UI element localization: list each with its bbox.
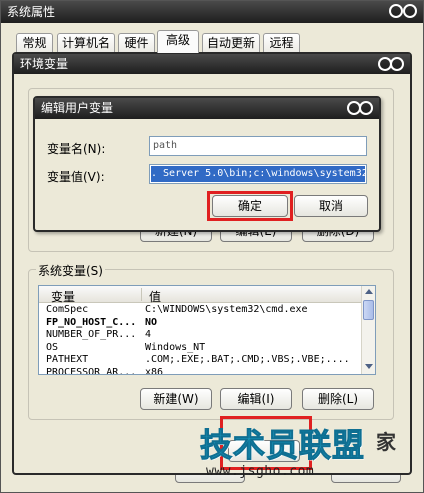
edit-user-variable-titlebar[interactable]: 编辑用户变量 <box>35 98 379 119</box>
tab-automatic-updates[interactable]: 自动更新 <box>202 33 260 52</box>
table-row[interactable]: PROCESSOR_AR... x86 <box>39 367 361 375</box>
variable-value-selection: . Server 5.0\bin;c:\windows\system32 <box>151 166 365 182</box>
list-header: 变量 值 <box>39 286 361 305</box>
system-delete-button[interactable]: 删除(L) <box>302 388 374 410</box>
scrollbar-thumb[interactable] <box>363 300 374 320</box>
table-row[interactable]: FP_NO_HOST_C... NO <box>39 317 361 330</box>
system-properties-title: 系统属性 <box>7 5 56 19</box>
list-body: ComSpec C:\WINDOWS\system32\cmd.exe FP_N… <box>39 304 361 375</box>
table-row[interactable]: NUMBER_OF_PR... 4 <box>39 329 361 342</box>
system-edit-button[interactable]: 编辑(I) <box>220 388 292 410</box>
column-header-value[interactable]: 值 <box>149 288 161 305</box>
watermark-brand: 技术员联盟 <box>199 426 366 465</box>
watermark-url: www.jsgho.com <box>206 464 315 479</box>
column-divider[interactable] <box>141 288 142 301</box>
table-row[interactable]: OS Windows_NT <box>39 342 361 355</box>
window-control-icon[interactable] <box>389 4 403 18</box>
ok-button[interactable]: 确定 <box>212 195 288 217</box>
table-row[interactable]: PATHEXT .COM;.EXE;.BAT;.CMD;.VBS;.VBE;..… <box>39 354 361 367</box>
environment-variables-title: 环境变量 <box>20 57 69 71</box>
variable-name-label: 变量名(N): <box>47 142 106 156</box>
watermark-logo: 技术员联盟 家 www.jsgho.com <box>199 420 420 490</box>
watermark-brand-small: 家 <box>376 430 396 454</box>
system-properties-titlebar[interactable]: 系统属性 <box>1 1 423 23</box>
window-control-icon[interactable] <box>390 57 404 71</box>
column-header-variable[interactable]: 变量 <box>51 288 75 305</box>
scroll-down-arrow-icon[interactable] <box>365 364 373 369</box>
tab-remote[interactable]: 远程 <box>263 33 300 52</box>
tab-hardware[interactable]: 硬件 <box>118 33 155 52</box>
list-scrollbar[interactable] <box>361 286 375 374</box>
tab-general[interactable]: 常规 <box>16 33 53 52</box>
variable-value-label: 变量值(V): <box>47 170 105 184</box>
environment-variables-titlebar[interactable]: 环境变量 <box>14 54 410 74</box>
cancel-button[interactable]: 取消 <box>294 195 368 217</box>
scroll-up-arrow-icon[interactable] <box>365 289 373 294</box>
window-control-icon[interactable] <box>403 4 417 18</box>
window-control-icon[interactable] <box>359 101 373 115</box>
variable-name-field[interactable]: path <box>149 136 367 156</box>
edit-user-variable-title: 编辑用户变量 <box>41 101 114 115</box>
system-variables-label: 系统变量(S) <box>36 262 105 279</box>
table-row[interactable]: ComSpec C:\WINDOWS\system32\cmd.exe <box>39 304 361 317</box>
edit-user-variable-dialog: 编辑用户变量 变量名(N): path 变量值(V): . Server 5.0… <box>33 96 381 232</box>
tab-advanced[interactable]: 高级 <box>157 30 199 53</box>
system-new-button[interactable]: 新建(W) <box>140 388 212 410</box>
tab-computer-name[interactable]: 计算机名 <box>57 33 115 52</box>
system-variables-list[interactable]: 变量 值 ComSpec C:\WINDOWS\system32\cmd.exe… <box>38 285 376 375</box>
